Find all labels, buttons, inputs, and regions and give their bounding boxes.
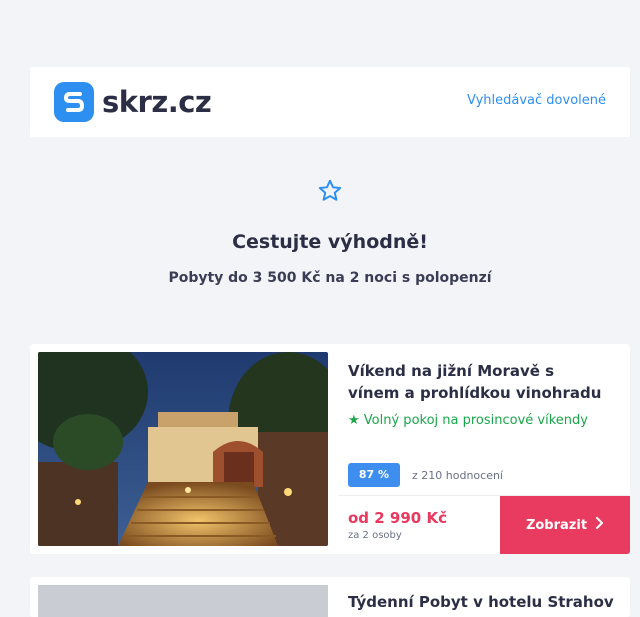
logo[interactable]: skrz.cz (54, 82, 212, 122)
offer-photo[interactable] (38, 352, 328, 546)
offer-title[interactable]: Víkend na jižní Moravě s vínem a prohlíd… (348, 360, 608, 404)
offer-title[interactable]: Týdenní Pobyt v hotelu Strahov (348, 593, 614, 611)
offer-photo[interactable] (38, 585, 328, 617)
chevron-right-icon (595, 517, 604, 533)
review-count: z 210 hodnocení (412, 468, 503, 482)
hero-subtitle: Pobyty do 3 500 Kč na 2 noci s polopenzí (168, 270, 492, 286)
show-offer-label: Zobrazit (525, 517, 588, 533)
rating-badge: 87 % (348, 463, 400, 487)
offer-card[interactable]: Víkend na jižní Moravě s vínem a prohlíd… (30, 344, 630, 554)
show-offer-button[interactable]: Zobrazit (500, 496, 630, 554)
offer-price: od 2 990 Kč (348, 509, 447, 527)
site-header: skrz.cz Vyhledávač dovolené (30, 67, 630, 137)
logo-text: skrz.cz (102, 85, 212, 119)
offer-feature-text: Volný pokoj na prosincové víkendy (363, 413, 588, 428)
skrz-logo-icon (54, 82, 94, 122)
hero-title: Cestujte výhodně! (232, 231, 428, 253)
offer-card[interactable]: Týdenní Pobyt v hotelu Strahov (30, 577, 630, 617)
offer-feature: ★ Volný pokoj na prosincové víkendy (348, 413, 588, 428)
vacation-search-link[interactable]: Vyhledávač dovolené (467, 93, 606, 108)
star-outline-icon (317, 178, 343, 208)
offer-rating: 87 % z 210 hodnocení (348, 463, 503, 487)
star-icon: ★ (348, 413, 360, 428)
offer-price-note: za 2 osoby (348, 530, 402, 541)
